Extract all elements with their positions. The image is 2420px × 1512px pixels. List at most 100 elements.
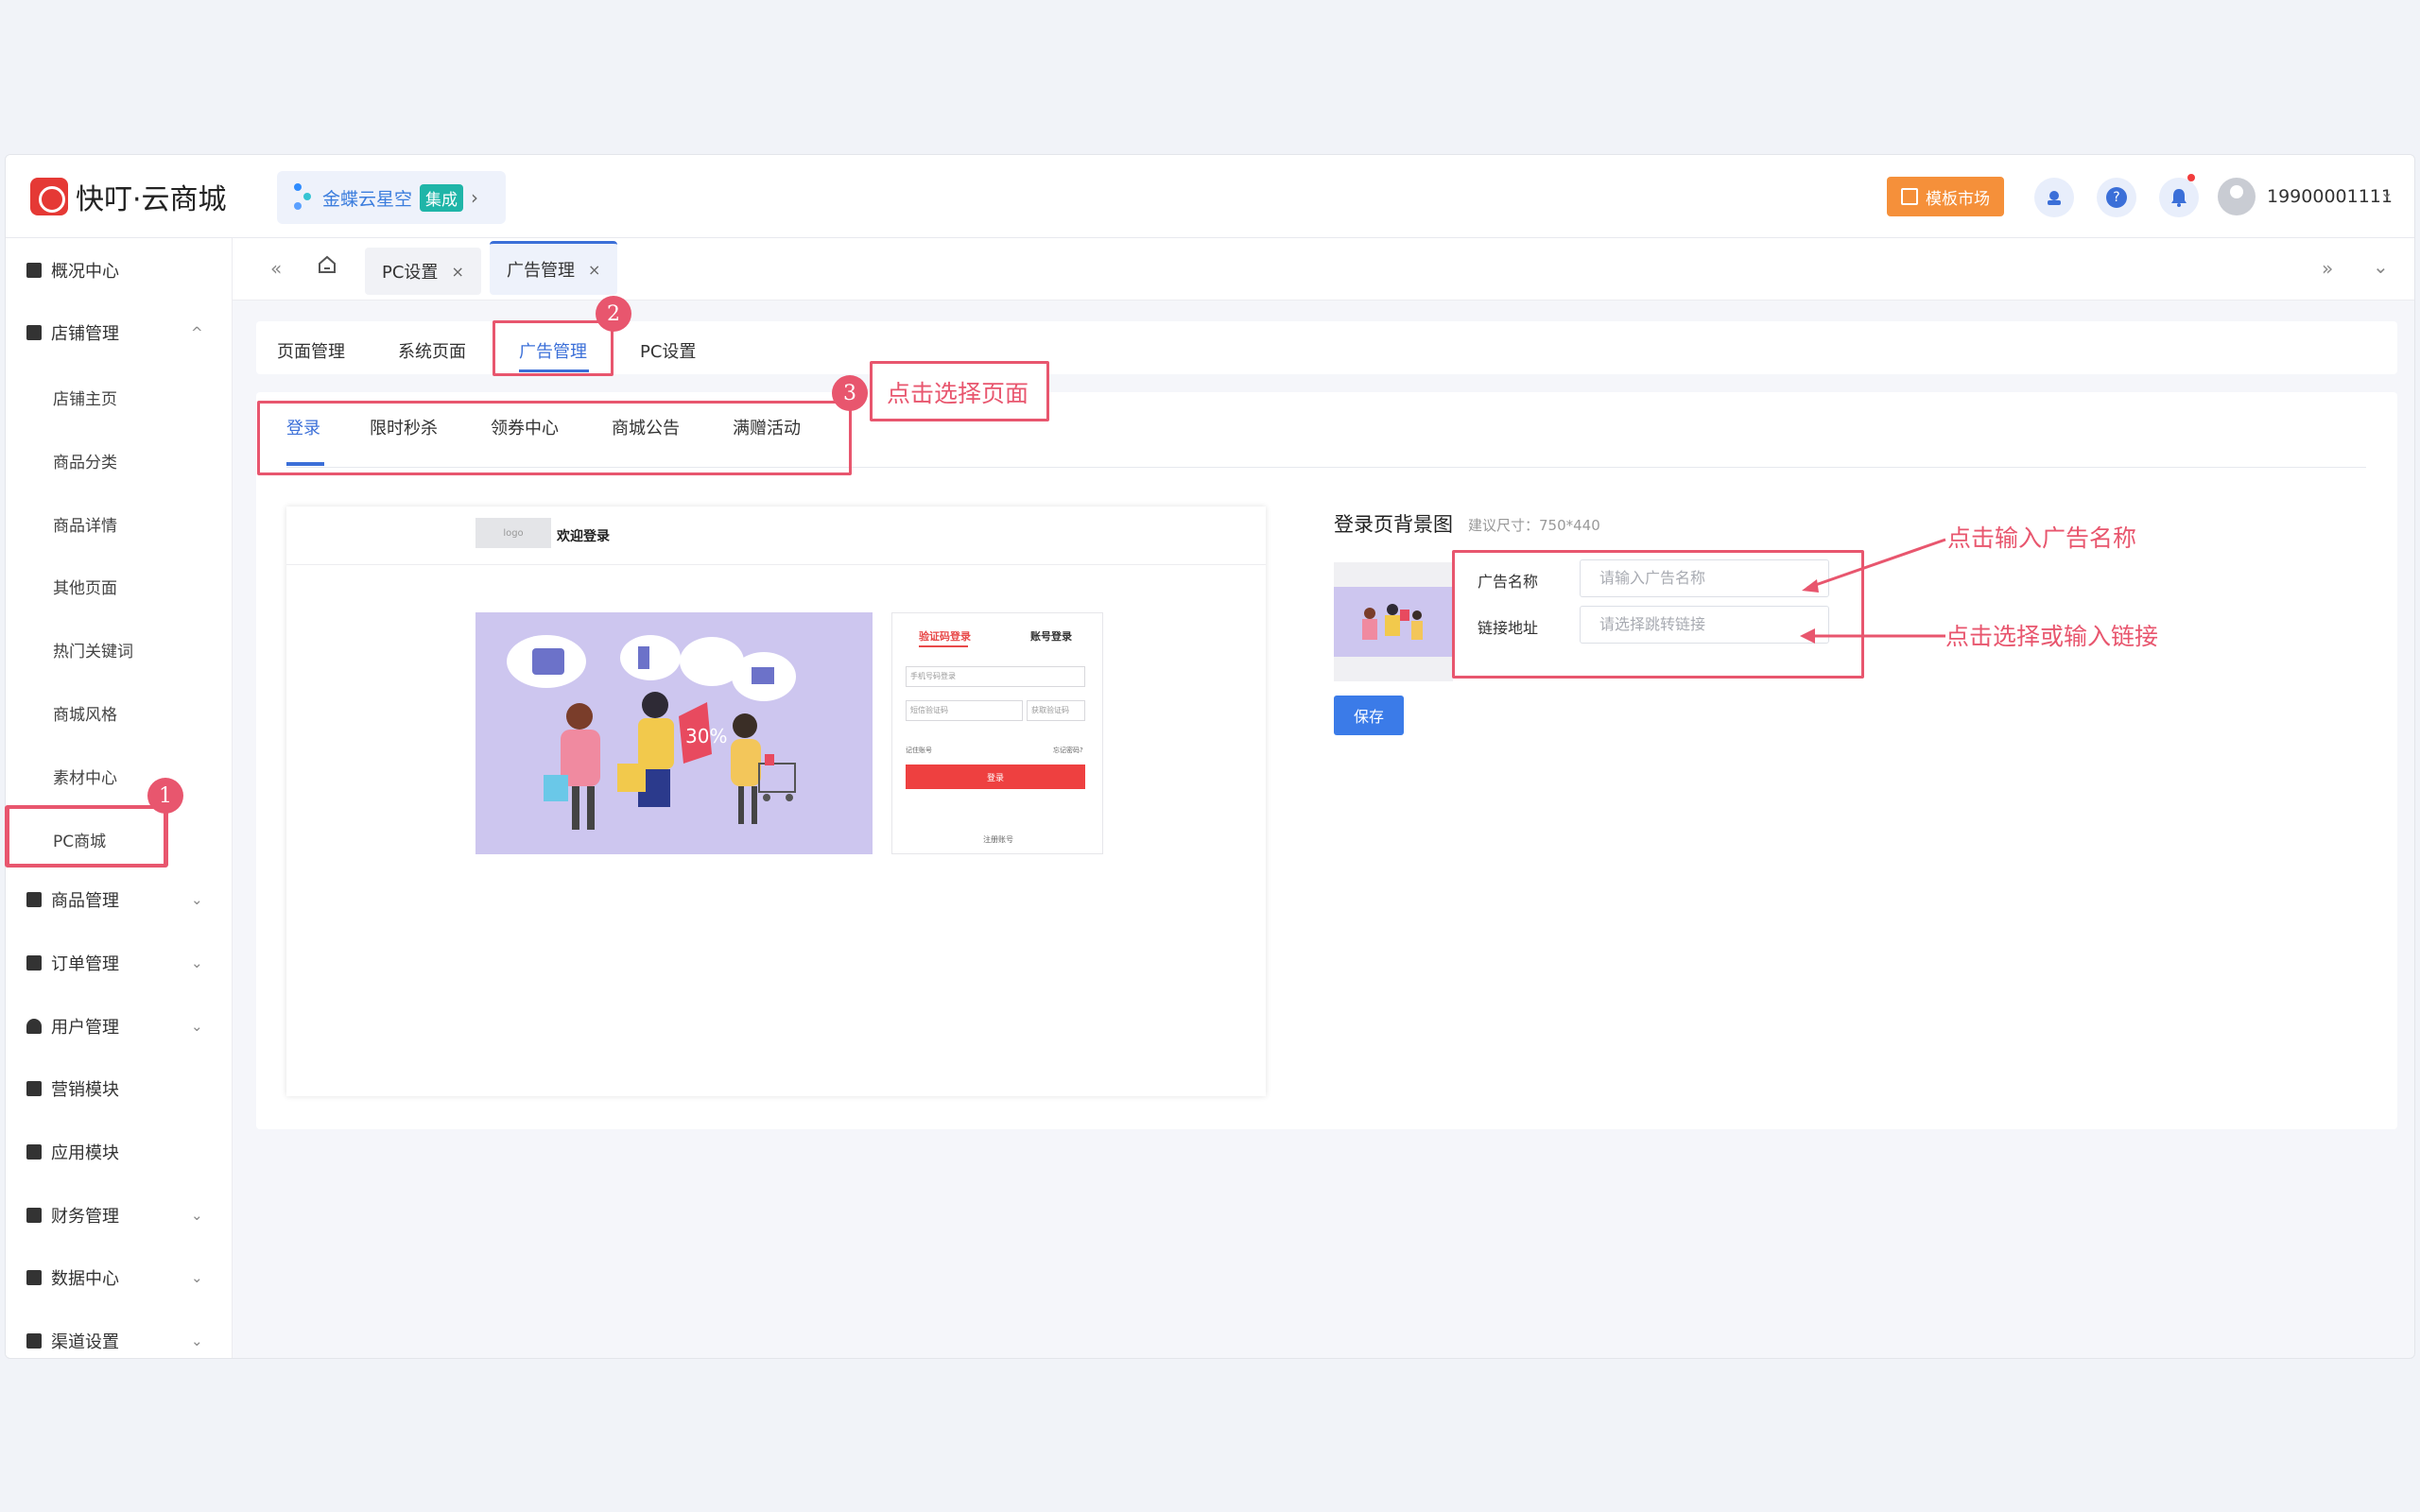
chevron-up-icon: ^ xyxy=(191,324,203,341)
ad-management-callout xyxy=(493,320,614,376)
sidebar-subitem-product-detail[interactable]: 商品详情 xyxy=(53,512,117,536)
tab-pc-settings[interactable]: PC设置 × xyxy=(365,248,481,295)
sidebar-item-overview[interactable]: 概况中心 xyxy=(6,251,233,289)
service-icon[interactable] xyxy=(2034,178,2074,217)
close-icon[interactable]: × xyxy=(588,261,600,279)
background-thumbnail[interactable] xyxy=(1334,562,1453,681)
sidebar-subitem-mall-style[interactable]: 商城风格 xyxy=(53,701,117,725)
sidebar-item-apps[interactable]: 应用模块 xyxy=(6,1133,233,1171)
bag-icon xyxy=(26,892,42,907)
input-ad-name-note: 点击输入广告名称 xyxy=(1947,524,2137,552)
sidebar-subitem-hot-keywords[interactable]: 热门关键词 xyxy=(53,638,133,662)
sidebar-item-label: 数据中心 xyxy=(51,1269,119,1289)
login-tab-account[interactable]: 账号登录 xyxy=(1030,628,1072,644)
tab-ad-management[interactable]: 广告管理 × xyxy=(490,241,618,295)
chevron-down-icon: ⌄ xyxy=(191,954,203,971)
brand-logo-icon xyxy=(30,178,68,215)
chevron-down-icon: ⌄ xyxy=(191,1018,203,1035)
sidebar-item-label: 营销模块 xyxy=(51,1080,119,1100)
tab-label: 广告管理 xyxy=(507,261,575,281)
chevron-down-icon: ⌄ xyxy=(191,1269,203,1286)
page-tabs-callout xyxy=(257,401,852,475)
sidebar-item-orders[interactable]: 订单管理 ⌄ xyxy=(6,944,233,982)
chevron-down-icon: ⌄ xyxy=(191,891,203,908)
sidebar-subitem-category[interactable]: 商品分类 xyxy=(53,449,117,472)
remember-checkbox[interactable]: 记住账号 xyxy=(906,746,932,755)
sidebar-item-store[interactable]: 店铺管理 ^ xyxy=(6,314,233,352)
select-link-note: 点击选择或输入链接 xyxy=(1945,623,2159,650)
user-icon xyxy=(26,1019,42,1034)
chevron-down-icon[interactable]: ⌄ xyxy=(2380,183,2393,201)
preview-welcome: 欢迎登录 xyxy=(557,529,610,544)
sidebar-item-label: 店铺管理 xyxy=(51,324,119,344)
sidebar-item-users[interactable]: 用户管理 ⌄ xyxy=(6,1007,233,1045)
phone-input[interactable]: 手机号码登录 xyxy=(906,666,1085,687)
sidebar-item-label: 概况中心 xyxy=(51,262,119,282)
sidebar-item-label: 应用模块 xyxy=(51,1143,119,1163)
help-glyph: ? xyxy=(2106,187,2127,208)
template-market-button[interactable]: 模板市场 xyxy=(1887,177,2004,216)
list-icon xyxy=(26,1333,42,1349)
app-window: 快叮·云商城 金蝶云星空 集成 › 模板市场 ? 19900001111 ⌄ 概… xyxy=(5,154,2415,1359)
chevron-down-icon: ⌄ xyxy=(191,1207,203,1224)
sidebar-item-channels[interactable]: 渠道设置 ⌄ xyxy=(6,1322,233,1358)
login-tab-code[interactable]: 验证码登录 xyxy=(919,628,971,644)
subtab-system-pages[interactable]: 系统页面 xyxy=(398,338,466,363)
pc-mall-callout xyxy=(5,805,167,868)
save-button[interactable]: 保存 xyxy=(1334,696,1404,735)
sidebar-item-label: 财务管理 xyxy=(51,1207,119,1227)
notification-dot xyxy=(2187,174,2195,181)
bell-icon[interactable] xyxy=(2159,174,2199,217)
preview-logo-placeholder: logo xyxy=(475,518,551,548)
integration-chip[interactable]: 金蝶云星空 集成 › xyxy=(277,171,506,224)
subtab-page-management[interactable]: 页面管理 xyxy=(277,338,345,363)
login-tab-indicator xyxy=(919,645,968,647)
grid-icon xyxy=(26,1144,42,1160)
sidebar-item-finance[interactable]: 财务管理 ⌄ xyxy=(6,1196,233,1234)
step-badge-3: 3 xyxy=(832,375,868,411)
forgot-password-link[interactable]: 忘记密码? xyxy=(1053,746,1083,755)
collapse-left-icon[interactable]: « xyxy=(270,257,282,280)
template-market-label: 模板市场 xyxy=(1926,189,1990,209)
clipboard-icon xyxy=(26,955,42,971)
login-form-preview: 验证码登录 账号登录 手机号码登录 短信验证码 获取验证码 记住账号 忘记密码?… xyxy=(891,612,1103,854)
select-page-note: 点击选择页面 xyxy=(887,380,1029,407)
chevron-right-icon: › xyxy=(471,186,479,209)
login-banner-image[interactable]: 30% xyxy=(475,612,873,854)
tab-label: PC设置 xyxy=(382,263,439,283)
login-page-preview: logo 欢迎登录 30% 验证码登录 账号登录 手机号码登录 短信验证码 获取… xyxy=(286,507,1266,1096)
sidebar-item-marketing[interactable]: 营销模块 xyxy=(6,1070,233,1108)
tab-menu-icon[interactable]: ⌄ xyxy=(2373,255,2389,278)
avatar-icon[interactable] xyxy=(2218,178,2256,215)
register-link[interactable]: 注册账号 xyxy=(983,834,1013,845)
integration-icon xyxy=(292,183,315,212)
sidebar-item-label: 商品管理 xyxy=(51,891,119,911)
scroll-right-icon[interactable]: » xyxy=(2322,257,2333,280)
sidebar-subitem-other-pages[interactable]: 其他页面 xyxy=(53,575,117,598)
wallet-icon xyxy=(26,1208,42,1223)
sms-code-input[interactable]: 短信验证码 xyxy=(906,700,1023,721)
home-icon xyxy=(26,263,42,278)
step-badge-2: 2 xyxy=(596,296,631,332)
ad-panel: 登录 限时秒杀 领券中心 商城公告 满赠活动 logo 欢迎登录 30% 验证码… xyxy=(256,392,2397,1129)
sidebar-item-products[interactable]: 商品管理 ⌄ xyxy=(6,881,233,919)
help-icon[interactable]: ? xyxy=(2097,178,2136,217)
preview-header: logo 欢迎登录 xyxy=(286,507,1266,565)
template-icon xyxy=(1901,188,1918,205)
background-setting-title: 登录页背景图 xyxy=(1334,513,1453,536)
store-icon xyxy=(26,325,42,340)
sidebar-item-data[interactable]: 数据中心 ⌄ xyxy=(6,1259,233,1297)
home-tab-icon[interactable] xyxy=(316,253,338,281)
brand-logo[interactable]: 快叮·云商城 xyxy=(30,176,227,217)
username[interactable]: 19900001111 xyxy=(2267,186,2393,207)
sidebar-item-label: 用户管理 xyxy=(51,1018,119,1038)
sidebar-subitem-store-home[interactable]: 店铺主页 xyxy=(53,386,117,409)
brand-name: 快叮·云商城 xyxy=(76,183,227,216)
page-tabbar: « PC设置 × 广告管理 × » ⌄ xyxy=(233,238,2414,301)
close-icon[interactable]: × xyxy=(451,263,463,281)
sidebar-subitem-material-center[interactable]: 素材中心 xyxy=(53,765,117,788)
subtab-pc-settings[interactable]: PC设置 xyxy=(640,338,696,363)
get-code-button[interactable]: 获取验证码 xyxy=(1027,700,1085,721)
top-header: 快叮·云商城 金蝶云星空 集成 › 模板市场 ? 19900001111 ⌄ xyxy=(6,155,2414,238)
login-button[interactable]: 登录 xyxy=(906,765,1085,789)
